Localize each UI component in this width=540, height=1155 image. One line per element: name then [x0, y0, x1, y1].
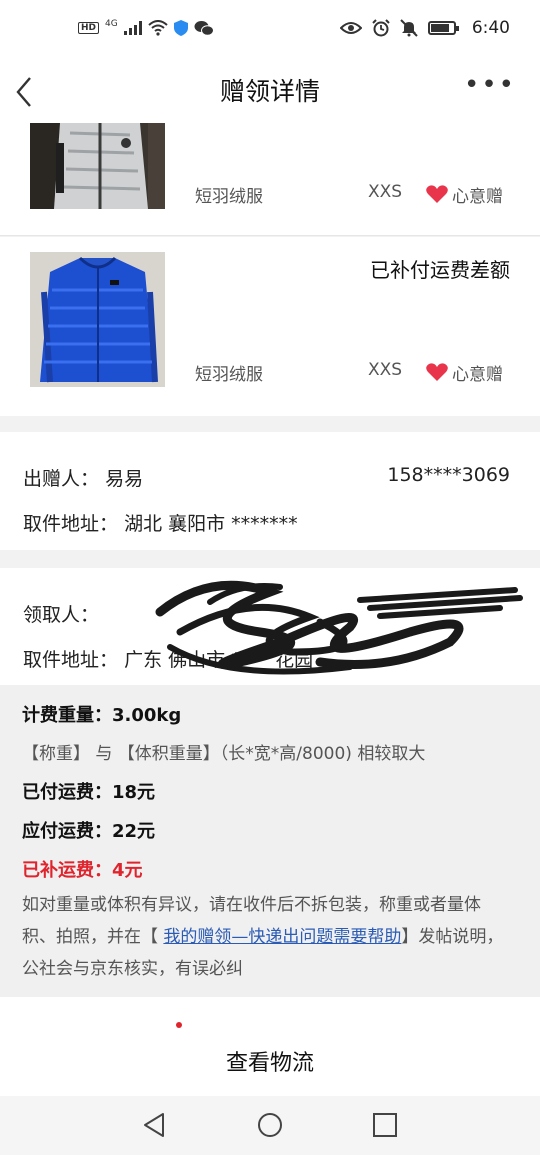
billing-weight: 计费重量：3.00kg: [22, 705, 182, 726]
nav-home-icon[interactable]: [255, 1110, 285, 1140]
battery-icon: [427, 21, 459, 35]
product-tag-label: 心意赠: [452, 365, 503, 385]
product-status: 已补付运费差额: [370, 258, 510, 282]
product-image: [30, 252, 165, 387]
status-bar: HD 4G 6:40: [0, 0, 540, 62]
nav-back-icon[interactable]: [139, 1110, 169, 1140]
receiver-row: 领取人：: [23, 600, 510, 627]
mute-icon: [400, 19, 418, 37]
wifi-icon: [148, 20, 168, 36]
product-tag-label: 心意赠: [452, 187, 503, 207]
product-size: XXS: [368, 182, 403, 202]
product-image: [30, 123, 165, 209]
giver-name: 易易: [105, 468, 144, 490]
dispute-note: 如对重量或体积有异议，请在收件后不拆包装，称重或者量体积、拍照，并在【 我的赠领…: [22, 889, 512, 985]
nav-recents-icon[interactable]: [370, 1110, 400, 1140]
receiver-address-label: 取件地址：: [23, 649, 119, 671]
bottom-action-panel: 查看物流: [0, 997, 540, 1096]
hd-icon: HD: [78, 22, 100, 34]
receiver-address: 广东 佛山市 **** 花园: [124, 649, 314, 671]
more-icon[interactable]: •••: [464, 70, 516, 100]
product-card[interactable]: 短羽绒服 XXS 心意赠: [0, 118, 540, 236]
receiver-info: 领取人： 取件地址： 广东 佛山市 **** 花园: [0, 568, 540, 685]
product-name: 短羽绒服: [195, 365, 263, 385]
nav-bar: 赠领详情 •••: [0, 62, 540, 118]
product-card[interactable]: 已补付运费差额 短羽绒服 XXS 心意赠: [0, 237, 540, 416]
shield-icon: [173, 20, 188, 36]
system-nav-bar: [0, 1096, 540, 1155]
giver-address: 湖北 襄阳市 *******: [124, 513, 298, 535]
giver-row: 出赠人： 易易 158****3069: [23, 464, 510, 491]
heart-icon: [426, 363, 448, 381]
clock: 6:40: [471, 18, 510, 38]
giver-phone[interactable]: 158****3069: [387, 464, 510, 491]
network-type: 4G: [105, 19, 118, 29]
view-logistics-button[interactable]: 查看物流: [0, 1045, 540, 1077]
notification-dot: [176, 1022, 182, 1028]
receiver-label: 领取人：: [23, 604, 100, 626]
heart-icon: [426, 185, 448, 203]
product-tag: 心意赠: [426, 360, 503, 385]
signal-icon: [123, 21, 142, 35]
product-name: 短羽绒服: [195, 187, 263, 207]
giver-label: 出赠人：: [23, 468, 100, 490]
shipping-fee-panel: 计费重量：3.00kg 【称重】 与 【体积重量】（长*宽*高/8000) 相较…: [0, 685, 540, 997]
page-title: 赠领详情: [219, 77, 320, 106]
receiver-address-row: 取件地址： 广东 佛山市 **** 花园: [23, 645, 510, 672]
eye-icon: [339, 22, 362, 34]
wechat-icon: [194, 21, 214, 36]
product-tag: 心意赠: [426, 182, 503, 207]
giver-info: 出赠人： 易易 158****3069 取件地址： 湖北 襄阳市 *******: [0, 432, 540, 550]
giver-address-row: 取件地址： 湖北 襄阳市 *******: [23, 509, 510, 536]
giver-address-label: 取件地址：: [23, 513, 119, 535]
weight-rule: 【称重】 与 【体积重量】（长*宽*高/8000) 相较取大: [22, 744, 426, 764]
paid-shipping: 已付运费：18元: [22, 782, 156, 803]
product-size: XXS: [368, 360, 403, 380]
help-link[interactable]: 我的赠领—快递出问题需要帮助: [163, 927, 401, 947]
due-shipping: 应付运费：22元: [22, 821, 156, 842]
alarm-icon: [372, 19, 390, 37]
supplement-shipping: 已补运费：4元: [22, 860, 143, 881]
